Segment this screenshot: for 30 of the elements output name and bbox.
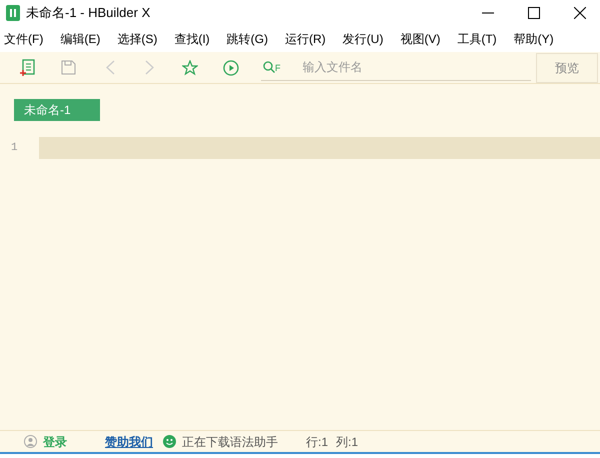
row-indicator: 行:1: [306, 434, 328, 450]
status-message: 正在下载语法助手: [182, 434, 278, 450]
user-icon: [24, 435, 37, 448]
menu-item[interactable]: 视图(V): [400, 30, 440, 48]
menu-item[interactable]: 文件(F): [4, 30, 44, 48]
menu-item[interactable]: 跳转(G): [226, 30, 268, 48]
back-icon[interactable]: [106, 60, 115, 75]
menu-item[interactable]: 帮助(Y): [514, 30, 554, 48]
column-indicator: 列:1: [336, 434, 358, 450]
forward-icon[interactable]: [145, 60, 154, 75]
menu-item[interactable]: 工具(T): [457, 30, 497, 48]
run-icon[interactable]: [223, 60, 239, 76]
menu-item[interactable]: 编辑(E): [60, 30, 100, 48]
search-icon: [263, 61, 275, 73]
window-title: 未命名-1 - HBuilder X: [26, 4, 150, 22]
smiley-icon: [163, 435, 176, 448]
close-icon[interactable]: [574, 6, 586, 18]
star-icon[interactable]: [182, 60, 198, 76]
filename-input[interactable]: 输入文件名: [302, 58, 531, 76]
menu-item[interactable]: 发行(U): [342, 30, 384, 48]
app-logo-icon: [6, 4, 20, 20]
save-icon[interactable]: [61, 60, 76, 75]
maximize-icon[interactable]: [528, 6, 540, 18]
menu-item[interactable]: 运行(R): [284, 30, 326, 48]
new-file-icon[interactable]: [20, 58, 36, 76]
menu-item[interactable]: 选择(S): [117, 30, 158, 48]
sponsor-link[interactable]: 赞助我们: [105, 432, 153, 450]
menu-item[interactable]: 查找(I): [174, 30, 210, 48]
shortcut-hint: F: [275, 62, 280, 76]
line-number: 1: [10, 140, 19, 156]
